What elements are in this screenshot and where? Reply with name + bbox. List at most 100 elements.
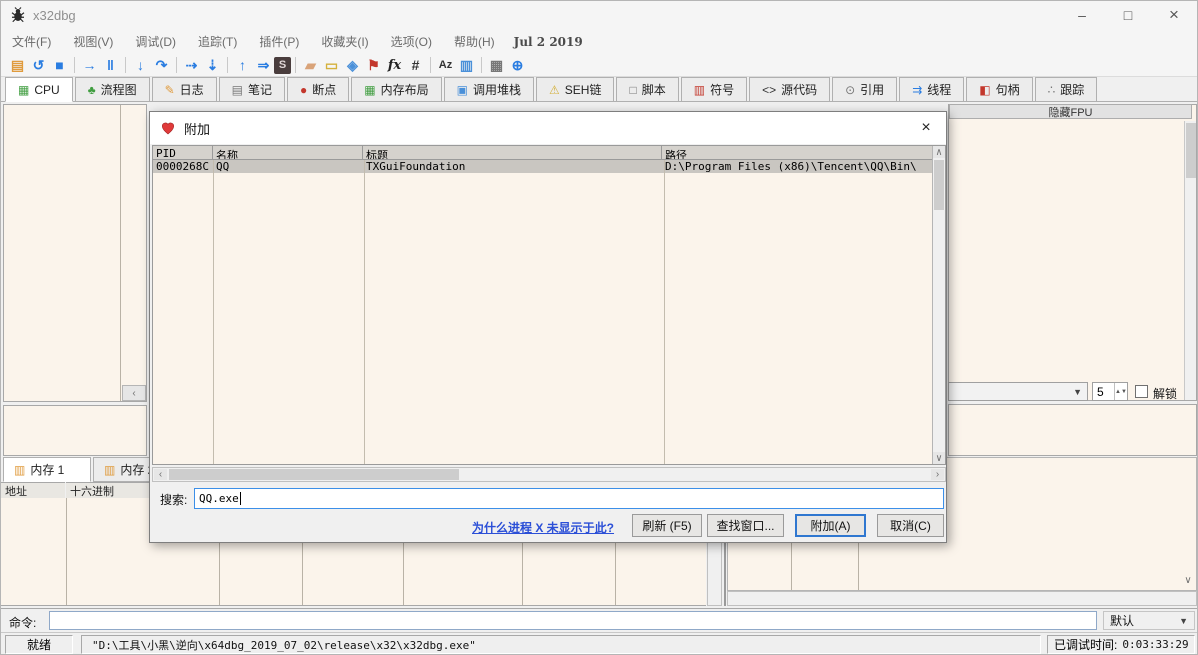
- registers-pane[interactable]: [948, 104, 1197, 401]
- column-header-path[interactable]: 路径: [662, 146, 932, 159]
- stop-icon[interactable]: ■: [49, 56, 70, 75]
- step-into-icon[interactable]: ↓: [130, 56, 151, 75]
- restart-icon[interactable]: ↺: [28, 56, 49, 75]
- column-header-title[interactable]: 标题: [363, 146, 662, 159]
- tab-graph[interactable]: ♣流程图: [75, 77, 150, 101]
- info-box-pane: [3, 405, 147, 456]
- tab-log[interactable]: ✎日志: [152, 77, 217, 101]
- menu-help[interactable]: 帮助(H): [443, 29, 506, 54]
- spinner-arrows-icon[interactable]: ▲▼: [1114, 383, 1127, 400]
- labels-icon[interactable]: ◈: [342, 56, 363, 75]
- run-to-user-code-icon[interactable]: ⇒: [253, 56, 274, 75]
- stack-vscroll-down-button[interactable]: ∨: [1181, 572, 1195, 588]
- step-over-icon[interactable]: ↷: [151, 56, 172, 75]
- table-hscroll-thumb[interactable]: [169, 469, 459, 480]
- menu-debug[interactable]: 调试(D): [124, 29, 187, 54]
- maximize-button[interactable]: □: [1105, 1, 1151, 29]
- memory-truck-icon: ▥: [14, 463, 25, 477]
- cancel-button[interactable]: 取消(C): [877, 514, 944, 537]
- hash-icon[interactable]: #: [405, 56, 426, 75]
- tab-threads[interactable]: ⇉线程: [899, 77, 964, 101]
- refresh-button[interactable]: 刷新 (F5): [632, 514, 702, 537]
- table-hscroll-left-button[interactable]: ‹: [154, 469, 167, 480]
- stack-hscrollbar[interactable]: ‹ ›: [727, 591, 1197, 606]
- table-vscroll-up-button[interactable]: ∧: [933, 146, 945, 158]
- tab-call-stack[interactable]: ▣调用堆栈: [444, 77, 534, 101]
- menu-trace[interactable]: 追踪(T): [187, 29, 248, 54]
- table-hscroll-right-button[interactable]: ›: [931, 469, 944, 480]
- disassembly-pane[interactable]: [3, 104, 147, 402]
- tab-cpu[interactable]: ▦CPU: [5, 77, 73, 102]
- table-vscroll-thumb[interactable]: [934, 160, 944, 210]
- tab-label: 调用堆栈: [473, 81, 521, 98]
- command-input[interactable]: [49, 611, 1097, 630]
- column-header-name[interactable]: 名称: [213, 146, 363, 159]
- toolbar: ▤ ↺ ■ → ‖ ↓ ↷ ⇢ ⇣ ↑ ⇒ S ▰ ▭ ◈ ⚑ fx # Az …: [1, 54, 1197, 77]
- calculator-icon[interactable]: ▦: [486, 56, 507, 75]
- attach-dialog-close-icon[interactable]: ×: [914, 117, 938, 139]
- process-row-selected[interactable]: 0000268C QQ TXGuiFoundation D:\Program F…: [153, 160, 932, 173]
- tab-breakpoints[interactable]: ●断点: [287, 77, 349, 101]
- pause-icon[interactable]: ‖: [100, 56, 121, 75]
- modules-icon[interactable]: ▥: [456, 56, 477, 75]
- tab-seh[interactable]: ⚠SEH链: [536, 77, 614, 101]
- argument-count-spinner[interactable]: 5 ▲▼: [1092, 382, 1128, 401]
- tab-source[interactable]: <>源代码: [749, 77, 830, 101]
- menu-favourites[interactable]: 收藏夹(I): [310, 29, 379, 54]
- toolbar-separator: [74, 57, 75, 73]
- process-pid: 0000268C: [153, 160, 213, 173]
- process-table-vscrollbar[interactable]: ∧ ∨: [932, 146, 945, 464]
- run-icon[interactable]: →: [79, 56, 100, 75]
- process-title: TXGuiFoundation: [363, 160, 662, 173]
- unlock-checkbox[interactable]: [1135, 385, 1148, 398]
- open-file-icon[interactable]: ▤: [7, 56, 28, 75]
- animate-over-icon[interactable]: ⇣: [202, 56, 223, 75]
- menu-view[interactable]: 视图(V): [62, 29, 124, 54]
- tab-handles[interactable]: ◧句柄: [966, 77, 1032, 101]
- menu-file[interactable]: 文件(F): [1, 29, 62, 54]
- tab-trace[interactable]: ∴跟踪: [1035, 77, 1098, 101]
- close-button[interactable]: ×: [1151, 1, 1197, 29]
- symbols-book-icon: ▥: [694, 83, 705, 97]
- process-table-hscrollbar[interactable]: ‹ ›: [152, 467, 946, 482]
- comments-icon[interactable]: ▭: [321, 56, 342, 75]
- patches-icon[interactable]: ▰: [300, 56, 321, 75]
- tab-memory-map[interactable]: ▦内存布局: [351, 77, 441, 101]
- seh-chain-icon[interactable]: S: [274, 57, 291, 74]
- process-table[interactable]: PID 名称 标题 路径 0000268C QQ TXGuiFoundation…: [152, 145, 946, 465]
- animate-into-icon[interactable]: ⇢: [181, 56, 202, 75]
- registers-vscrollbar[interactable]: [1184, 121, 1196, 400]
- hide-fpu-button[interactable]: 隐藏FPU: [949, 104, 1192, 119]
- tab-script[interactable]: □脚本: [616, 77, 678, 101]
- view-tab-bar: ▦CPU ♣流程图 ✎日志 ▤笔记 ●断点 ▦内存布局 ▣调用堆栈 ⚠SEH链 …: [1, 77, 1197, 102]
- table-grid-line: [213, 160, 214, 464]
- menu-plugins[interactable]: 插件(P): [248, 29, 310, 54]
- tab-references[interactable]: ⊙引用: [832, 77, 897, 101]
- functions-icon[interactable]: fx: [384, 56, 405, 75]
- tab-dump-2[interactable]: ▥ 内存 2: [93, 457, 155, 482]
- process-table-header[interactable]: PID 名称 标题 路径: [153, 146, 932, 160]
- attach-button[interactable]: 附加(A): [795, 514, 866, 537]
- table-vscroll-down-button[interactable]: ∨: [933, 452, 945, 464]
- step-out-icon[interactable]: ↑: [232, 56, 253, 75]
- bookmarks-icon[interactable]: ⚑: [363, 56, 384, 75]
- graph-tree-icon: ♣: [88, 83, 96, 97]
- tab-dump-1[interactable]: ▥ 内存 1: [3, 457, 91, 482]
- tab-symbols[interactable]: ▥符号: [681, 77, 747, 101]
- minimize-button[interactable]: –: [1059, 1, 1105, 29]
- tab-notes[interactable]: ▤笔记: [219, 77, 285, 101]
- registers-vscroll-thumb[interactable]: [1186, 123, 1196, 178]
- find-window-button[interactable]: 查找窗口...: [707, 514, 784, 537]
- status-bar: 就绪 "D:\工具\小黑\逆向\x64dbg_2019_07_02\releas…: [1, 632, 1197, 655]
- disasm-hscroll-left-button[interactable]: ‹: [122, 385, 146, 401]
- column-header-pid[interactable]: PID: [153, 146, 213, 159]
- internet-icon[interactable]: ⊕: [507, 56, 528, 75]
- why-process-not-shown-link[interactable]: 为什么进程 X 未显示于此?: [472, 519, 614, 536]
- font-az-icon[interactable]: Az: [435, 56, 456, 75]
- table-grid-line: [664, 160, 665, 464]
- menu-options[interactable]: 选项(O): [380, 29, 443, 54]
- profile-dropdown[interactable]: 默认 ▼: [1103, 611, 1195, 630]
- search-input[interactable]: QQ.exe: [194, 488, 944, 509]
- attach-dialog-titlebar[interactable]: 附加 ×: [150, 112, 946, 144]
- calling-convention-dropdown[interactable]: ▼: [948, 382, 1088, 401]
